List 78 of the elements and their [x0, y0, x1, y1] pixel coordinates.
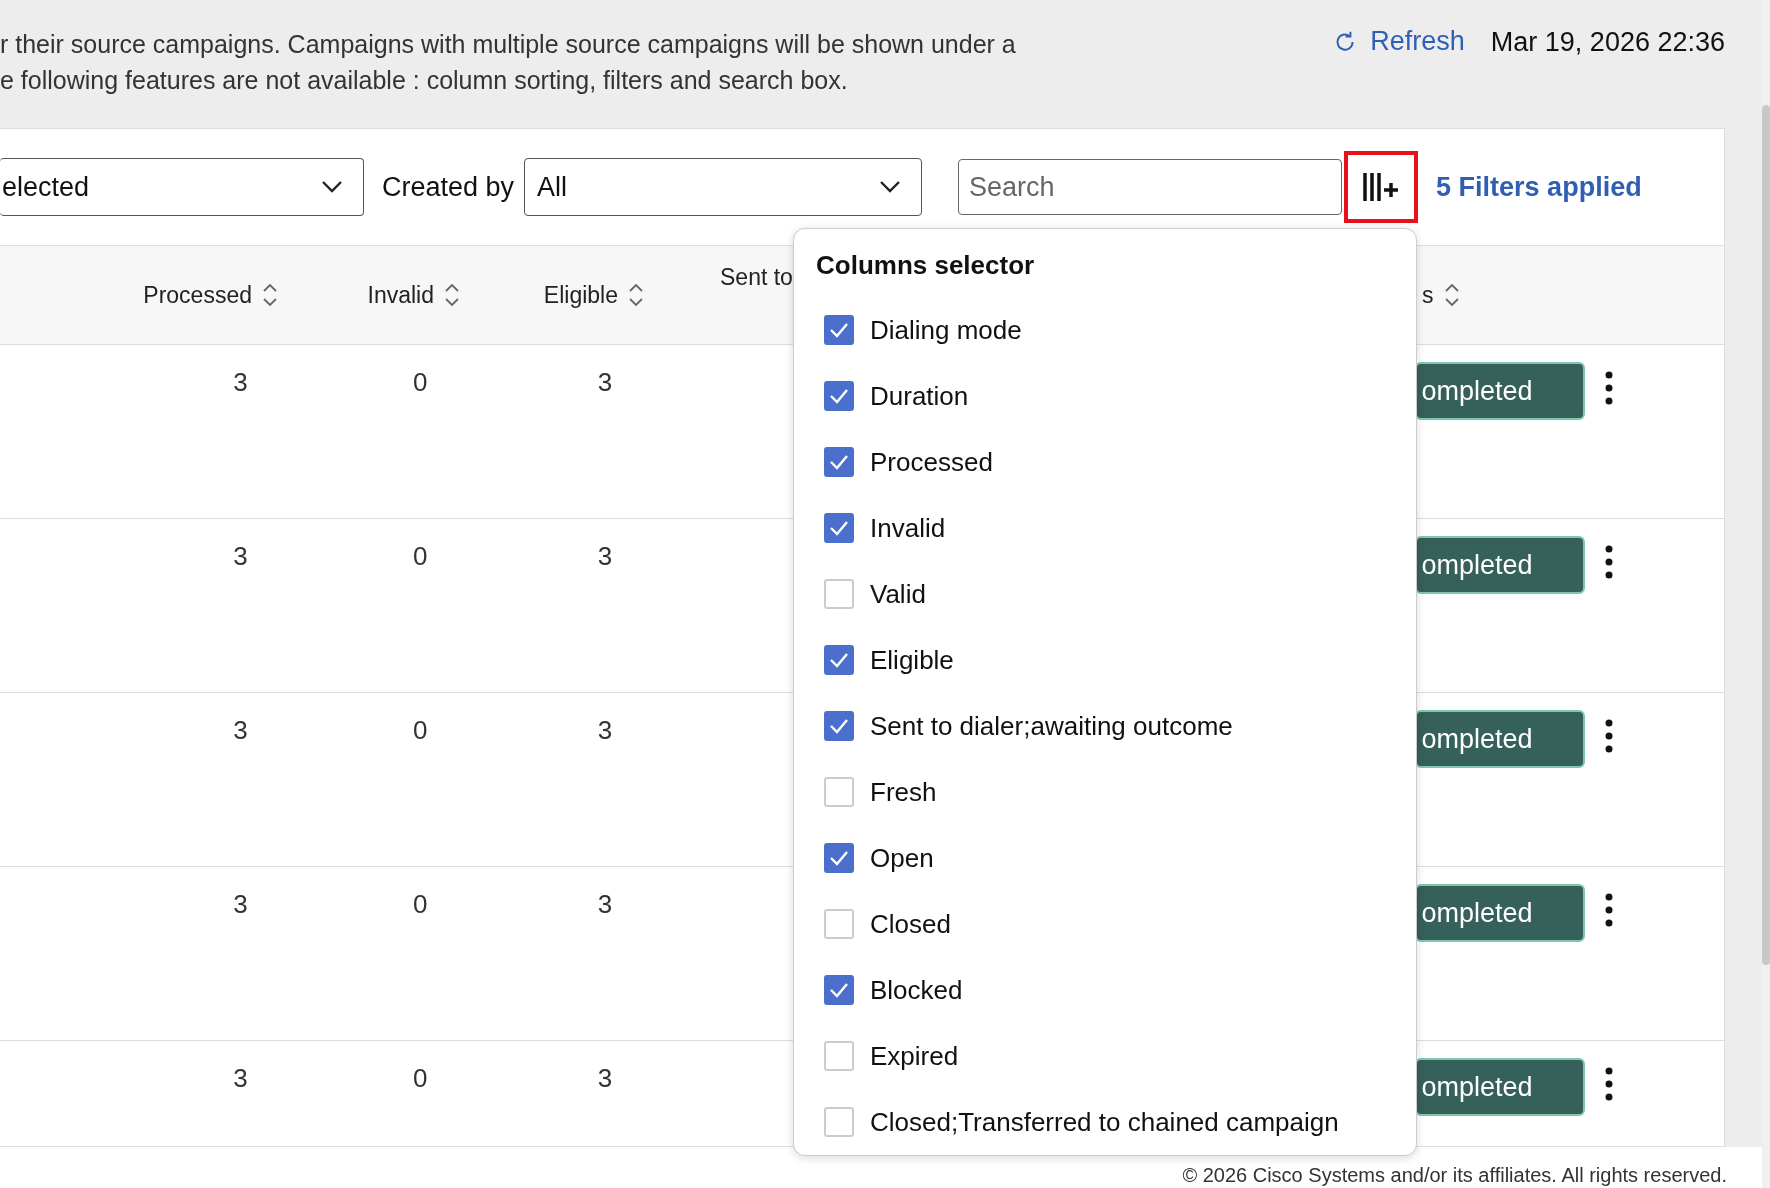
- checkbox[interactable]: [824, 315, 854, 345]
- check-icon: [829, 982, 849, 998]
- check-icon: [829, 520, 849, 536]
- chevron-down-icon: [321, 180, 343, 194]
- column-header[interactable]: Eligible: [543, 281, 618, 309]
- timestamp: Mar 19, 2026 22:36: [1490, 26, 1725, 58]
- table-cell: 0: [413, 715, 428, 746]
- column-header[interactable]: Processed: [143, 281, 252, 309]
- column-header[interactable]: s: [1422, 281, 1434, 309]
- more-options-icon[interactable]: [1605, 545, 1614, 579]
- checkbox[interactable]: [824, 975, 854, 1005]
- check-icon: [829, 454, 849, 470]
- search-field[interactable]: Search: [958, 159, 1343, 215]
- status-badge: ompleted: [1415, 710, 1585, 768]
- more-options-icon[interactable]: [1605, 371, 1614, 405]
- filters-applied-link[interactable]: 5 Filters applied: [1436, 171, 1642, 203]
- check-icon: [829, 322, 849, 338]
- table-cell: 3: [597, 1063, 613, 1094]
- column-option-label[interactable]: Valid: [870, 578, 926, 610]
- checkbox[interactable]: [824, 381, 854, 411]
- column-selector-button[interactable]: [1344, 151, 1419, 223]
- checkbox[interactable]: [824, 513, 854, 543]
- column-option-label[interactable]: Invalid: [870, 512, 946, 544]
- chevron-down-icon: [879, 180, 902, 194]
- table-cell: 3: [597, 541, 613, 572]
- checkbox[interactable]: [824, 711, 854, 741]
- column-option-label[interactable]: Closed;Transferred to chained campaign: [870, 1106, 1339, 1138]
- checkbox[interactable]: [824, 447, 854, 477]
- column-header[interactable]: Sent to: [720, 264, 793, 291]
- check-icon: [829, 718, 849, 734]
- column-option-label[interactable]: Expired: [870, 1040, 959, 1072]
- table-cell: 3: [597, 715, 613, 746]
- status-badge: ompleted: [1415, 362, 1585, 420]
- column-option-label[interactable]: Dialing mode: [870, 314, 1022, 346]
- column-option-label[interactable]: Eligible: [870, 644, 954, 676]
- copyright-text: © 2026 Cisco Systems and/or its affiliates. All rights reserved.: [1182, 1164, 1727, 1187]
- notice-text: r their source campaigns. Campaigns with multiple source campaigns will be shown under a: [0, 29, 1016, 60]
- status-badge: ompleted: [1415, 1058, 1585, 1116]
- table-cell: 0: [413, 889, 428, 920]
- table-cell: 3: [597, 367, 613, 398]
- sort-icon[interactable]: [628, 282, 644, 308]
- check-icon: [829, 850, 849, 866]
- table-cell: 3: [233, 541, 248, 572]
- scrollbar[interactable]: [1762, 105, 1770, 965]
- table-cell: 3: [233, 367, 248, 398]
- column-option-label[interactable]: Sent to dialer;awaiting outcome: [870, 710, 1233, 742]
- table-cell: 3: [233, 889, 248, 920]
- table-cell: 0: [413, 1063, 428, 1094]
- notice-text: e following features are not available : column sorting, filters and search box.: [0, 65, 849, 96]
- popover-title: Columns selector: [816, 248, 1036, 282]
- table-cell: 0: [413, 367, 428, 398]
- column-option-label[interactable]: Closed: [870, 908, 951, 940]
- check-icon: [829, 652, 849, 668]
- column-option-label[interactable]: Fresh: [870, 776, 937, 808]
- column-option-label[interactable]: Duration: [870, 380, 969, 412]
- more-options-icon[interactable]: [1605, 1067, 1614, 1101]
- checkbox[interactable]: [824, 843, 854, 873]
- sort-icon[interactable]: [1443, 282, 1460, 308]
- table-cell: 3: [233, 715, 248, 746]
- column-option-label[interactable]: Blocked: [870, 974, 963, 1006]
- more-options-icon[interactable]: [1605, 719, 1614, 753]
- table-cell: 0: [413, 541, 428, 572]
- column-option-label[interactable]: Open: [870, 842, 934, 874]
- refresh-link[interactable]: Refresh: [1332, 26, 1465, 57]
- status-badge: ompleted: [1415, 536, 1585, 594]
- table-cell: 3: [597, 889, 613, 920]
- more-options-icon[interactable]: [1605, 893, 1614, 927]
- status-badge: ompleted: [1415, 884, 1585, 942]
- column-header[interactable]: Invalid: [367, 281, 434, 309]
- status-dropdown[interactable]: elected: [0, 158, 364, 216]
- table-cell: 3: [233, 1063, 248, 1094]
- sort-icon[interactable]: [262, 282, 278, 308]
- created-by-dropdown[interactable]: All: [524, 158, 923, 216]
- checkbox[interactable]: [824, 645, 854, 675]
- created-by-label: Created by: [382, 171, 515, 203]
- sort-icon[interactable]: [444, 282, 460, 308]
- check-icon: [829, 388, 849, 404]
- column-option-label[interactable]: Processed: [870, 446, 993, 478]
